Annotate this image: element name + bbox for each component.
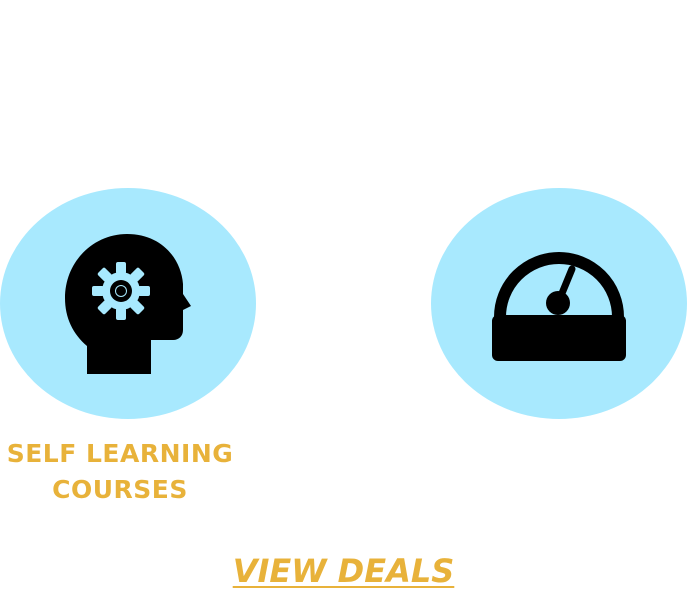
speedometer-icon-circle — [431, 188, 687, 419]
self-learning-icon-circle — [0, 188, 256, 419]
view-deals-container: VIEW DEALS — [0, 552, 687, 590]
label-line-2: COURSES — [52, 475, 188, 504]
label-line-1: SELF LEARNING — [6, 439, 234, 468]
deals-section: SELF LEARNING COURSES VIEW DEALS — [0, 0, 687, 607]
head-gear-icon — [65, 233, 191, 374]
self-learning-courses-label: SELF LEARNING COURSES — [0, 436, 240, 508]
view-deals-link[interactable]: VIEW DEALS — [233, 552, 455, 590]
speedometer-icon — [492, 251, 626, 361]
